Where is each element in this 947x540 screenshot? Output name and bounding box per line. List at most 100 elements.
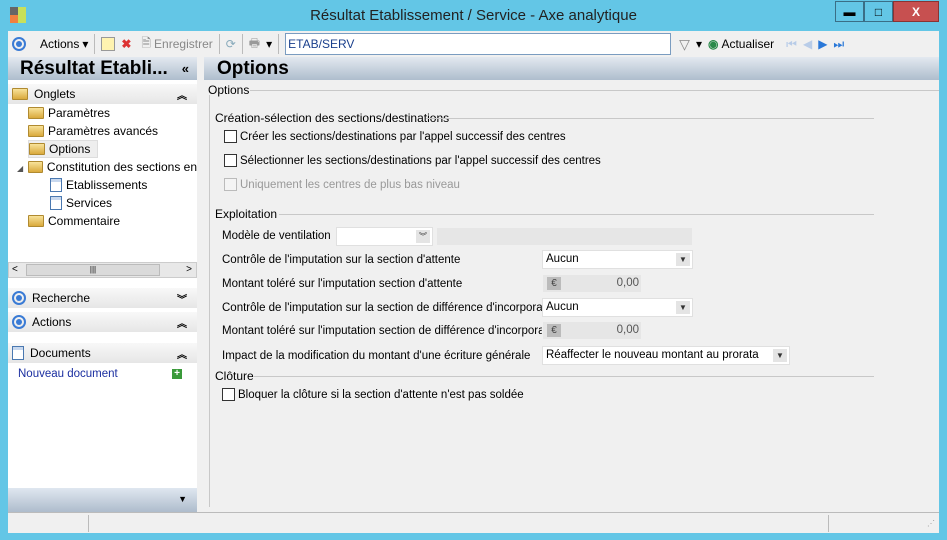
tree-label: Commentaire — [48, 214, 121, 228]
collapse-icon[interactable]: ︽ — [177, 87, 187, 102]
tabs-section-header[interactable]: Onglets ︽ — [8, 84, 197, 104]
checkbox-label: Uniquement les centres de plus bas nivea… — [240, 178, 460, 191]
folder-icon — [28, 107, 44, 119]
folder-open-icon — [29, 143, 45, 155]
save-icon: 🗎 — [141, 35, 152, 50]
new-icon[interactable] — [101, 37, 116, 51]
documents-header-label: Documents — [30, 346, 91, 360]
collapse-icon[interactable]: ︽ — [177, 315, 187, 330]
close-button[interactable]: X — [893, 1, 939, 22]
select-sections-checkbox[interactable]: Sélectionner les sections/destinations p… — [224, 154, 601, 167]
document-icon — [50, 178, 62, 192]
select-value: Aucun — [546, 301, 579, 313]
search-input[interactable] — [285, 33, 672, 55]
closing-group-label: Clôture — [215, 369, 254, 383]
window-title: Résultat Etablissement / Service - Axe a… — [310, 7, 637, 24]
status-bar: ⋰ — [8, 512, 939, 533]
tree-item-parametres-avances[interactable]: Paramètres avancés — [28, 122, 197, 140]
refresh-icon: ◉ — [707, 37, 719, 51]
tree-label: Constitution des sections en — [46, 160, 197, 174]
toolbar: Actions▾ ✖ 🗎Enregistrer ⟳ 🖶 ▾ ▽ ▾ ◉Actual… — [8, 31, 939, 57]
tree-expander-icon[interactable]: ◢ — [17, 164, 23, 173]
search-icon — [12, 291, 26, 305]
folder-icon — [28, 161, 43, 173]
first-icon[interactable]: ⏮ — [786, 37, 797, 52]
lowest-level-checkbox[interactable]: Uniquement les centres de plus bas nivea… — [224, 178, 460, 191]
tree-item-commentaire[interactable]: Commentaire — [28, 212, 197, 230]
control-diff-select[interactable]: Aucun ▼ — [542, 298, 693, 317]
tree-item-constitution[interactable]: Constitution des sections en — [28, 158, 197, 176]
checkbox-label: Sélectionner les sections/destinations p… — [240, 154, 601, 167]
document-icon — [50, 196, 62, 210]
maximize-button[interactable]: □ — [864, 1, 893, 22]
tree-item-etablissements[interactable]: Etablissements — [28, 176, 197, 194]
actions-label: Actions — [40, 37, 80, 51]
add-document-icon[interactable]: + — [172, 369, 182, 379]
block-closing-checkbox[interactable]: Bloquer la clôture si la section d'atten… — [222, 388, 524, 401]
dropdown-icon[interactable]: ▼ — [178, 494, 187, 504]
model-select[interactable]: ︾ — [336, 227, 433, 246]
print-icon[interactable]: 🖶 — [249, 34, 260, 55]
tree-label: Services — [66, 196, 113, 210]
control-wait-select[interactable]: Aucun ▼ — [542, 250, 693, 269]
tree-item-options[interactable]: Options — [28, 140, 98, 158]
double-chevron-icon[interactable]: ︾ — [416, 230, 430, 243]
checkbox-label: Créer les sections/destinations par l'ap… — [240, 130, 566, 143]
nav-icon[interactable] — [12, 37, 26, 51]
model-description — [436, 227, 693, 246]
tol-wait-label: Montant toléré sur l'imputation section … — [222, 278, 463, 290]
left-panel-footer: ▼ — [8, 488, 197, 512]
save-button[interactable]: 🗎 Enregistrer — [141, 34, 212, 55]
save-label: Enregistrer — [154, 37, 213, 51]
app-logo — [10, 7, 26, 23]
actions-section-header[interactable]: Actions ︽ — [8, 312, 197, 332]
scrollbar-thumb[interactable]: ||| — [26, 264, 160, 276]
resize-grip-icon[interactable]: ⋰ — [927, 519, 935, 528]
sync-icon[interactable]: ⟳ — [226, 37, 236, 51]
documents-icon — [12, 346, 24, 360]
tree-item-services[interactable]: Services — [28, 194, 197, 212]
new-document-link[interactable]: Nouveau document — [18, 368, 118, 380]
euro-icon: € — [547, 277, 561, 290]
horizontal-scrollbar[interactable]: < ||| > — [8, 262, 197, 278]
tol-wait-input[interactable]: €0,00 — [542, 274, 642, 293]
tol-diff-label: Montant toléré sur l'imputation section … — [222, 325, 564, 337]
euro-icon: € — [547, 324, 561, 337]
delete-icon[interactable]: ✖ — [121, 37, 135, 51]
actions-menu[interactable]: Actions ▾ — [40, 37, 88, 51]
refresh-button[interactable]: ◉ Actualiser — [708, 37, 774, 51]
options-group-label: Options — [208, 83, 250, 97]
search-section-header[interactable]: Recherche ︾ — [8, 288, 197, 308]
control-wait-label: Contrôle de l'imputation sur la section … — [222, 254, 461, 266]
refresh-label: Actualiser — [721, 37, 775, 51]
main-header: Options — [204, 57, 939, 80]
filter-dropdown[interactable]: ▾ — [696, 37, 702, 51]
documents-section-header[interactable]: Documents ︽ — [8, 343, 197, 363]
minimize-button[interactable]: ▬ — [835, 1, 864, 22]
model-label: Modèle de ventilation — [222, 230, 331, 242]
tree-label: Etablissements — [66, 178, 148, 192]
tol-diff-input[interactable]: €0,00 — [542, 321, 642, 340]
next-icon[interactable]: ▶ — [818, 37, 827, 51]
expand-icon[interactable]: ︾ — [177, 291, 187, 306]
collapse-icon[interactable]: ︽ — [177, 346, 187, 361]
amount-value: 0,00 — [616, 277, 639, 289]
filter-icon[interactable]: ▽ — [679, 36, 690, 53]
impact-select[interactable]: Réaffecter le nouveau montant au prorata… — [542, 346, 790, 365]
collapse-panel-button[interactable]: « — [182, 57, 189, 80]
tree-label: Options — [49, 142, 91, 156]
select-value: Réaffecter le nouveau montant au prorata — [546, 349, 759, 361]
creation-group-label: Création-sélection des sections/destinat… — [215, 111, 450, 125]
create-sections-checkbox[interactable]: Créer les sections/destinations par l'ap… — [224, 130, 566, 143]
exploitation-group-label: Exploitation — [215, 207, 278, 221]
impact-label: Impact de la modification du montant d'u… — [222, 350, 531, 362]
tree-item-parametres[interactable]: Paramètres — [28, 104, 197, 122]
prev-icon[interactable]: ◀ — [803, 37, 812, 51]
chevron-down-icon: ▼ — [676, 301, 690, 314]
left-panel-title: Résultat Etabli... — [20, 58, 168, 79]
tree-label: Paramètres avancés — [48, 124, 159, 138]
last-icon[interactable]: ⏭ — [833, 37, 844, 52]
print-dropdown[interactable]: ▾ — [266, 37, 272, 51]
select-value: Aucun — [546, 253, 579, 265]
tabs-tree: Paramètres Paramètres avancés Options Co… — [28, 104, 197, 230]
